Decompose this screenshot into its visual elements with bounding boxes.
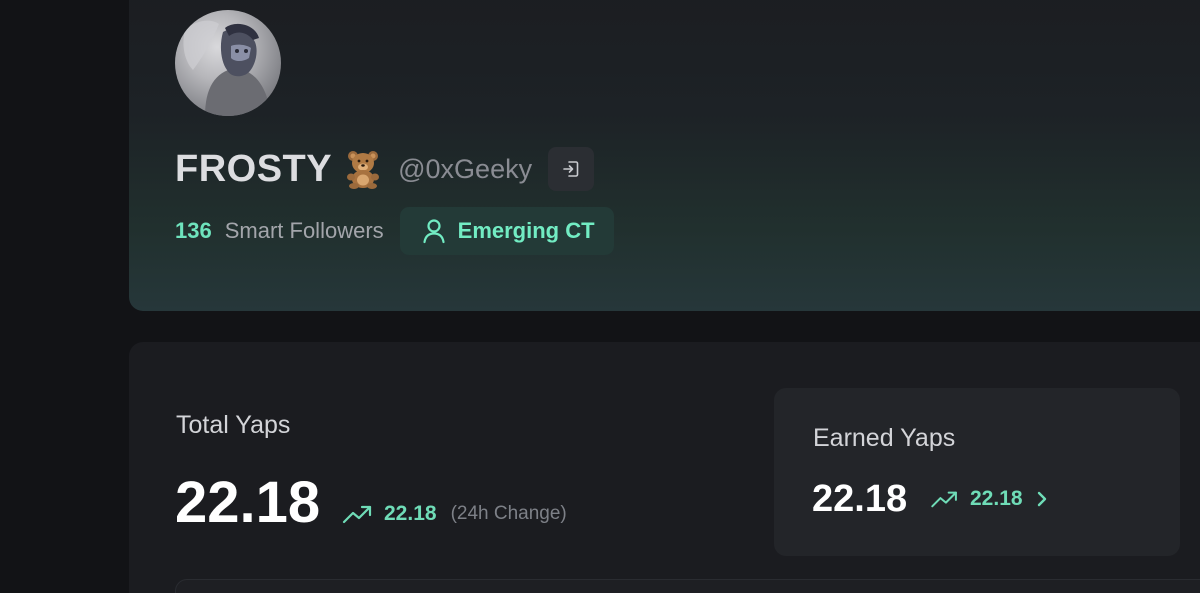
teddy-bear-emoji-icon (344, 149, 384, 189)
sign-in-icon (563, 161, 579, 177)
earned-yaps-value: 22.18 (812, 478, 908, 520)
badge-label: Emerging CT (457, 218, 595, 243)
total-change-value: 22.18 (384, 502, 437, 525)
earned-yaps-card[interactable]: Earned Yaps 22.18 22.18 (774, 388, 1180, 556)
display-name: FROSTY (175, 147, 333, 190)
name-row: FROSTY @0xGeeky (175, 146, 595, 192)
emerging-ct-badge[interactable]: Emerging CT (399, 207, 614, 255)
total-yaps-value: 22.18 (175, 470, 321, 535)
smart-followers-label: Smart Followers (224, 218, 384, 243)
earned-yaps-change: 22.18 (930, 485, 1049, 513)
avatar[interactable] (175, 10, 281, 116)
smart-followers-count: 136 (175, 218, 212, 243)
handle[interactable]: @0xGeeky (398, 154, 532, 185)
total-yaps-title: Total Yaps (176, 411, 291, 439)
total-yaps-change: 22.18 (24h Change) (342, 499, 567, 529)
trending-up-icon (342, 505, 372, 524)
trending-up-icon (931, 491, 957, 508)
stats-row: 136 Smart Followers Emerging CT (175, 207, 614, 255)
earned-yaps-title: Earned Yaps (813, 424, 956, 452)
sign-in-button[interactable] (548, 147, 595, 191)
bottom-panel (175, 579, 1200, 593)
chevron-right-icon[interactable] (1035, 489, 1049, 509)
page: FROSTY @0xGeeky 136 Smart Followers Emer… (0, 0, 1200, 593)
change-note: (24h Change) (450, 503, 567, 524)
user-icon (423, 219, 445, 244)
earned-change-value: 22.18 (970, 487, 1023, 510)
